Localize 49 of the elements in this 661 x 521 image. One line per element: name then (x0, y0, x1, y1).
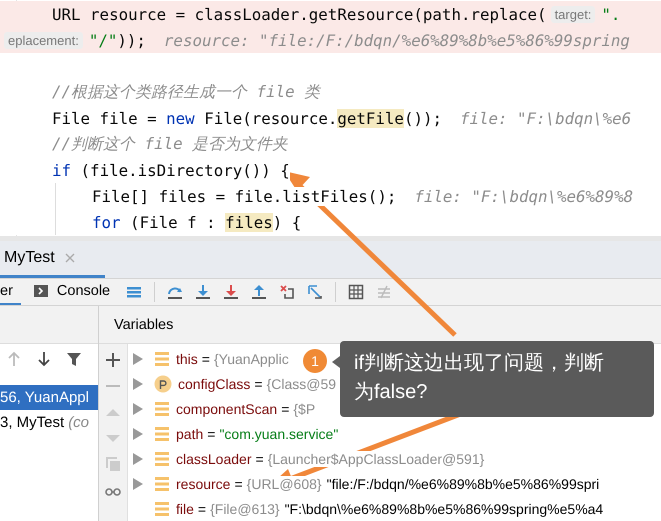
step-out-icon[interactable] (251, 284, 268, 300)
annotation-callout: if判断这边出现了问题，判断为false? (340, 341, 654, 417)
variable-name: file (176, 500, 194, 516)
field-icon (154, 400, 170, 416)
variable-name: configClass (178, 376, 250, 392)
down-arrow-icon[interactable] (36, 351, 52, 367)
variable-ref: {File@613} (210, 500, 280, 516)
variable-ref: {YuanApplic (214, 350, 289, 366)
close-icon[interactable] (64, 253, 75, 263)
field-icon (154, 426, 170, 442)
parameter-icon (154, 374, 172, 392)
expand-icon[interactable] (132, 352, 144, 366)
up-arrow-icon[interactable] (6, 351, 22, 367)
variable-ref: {URL@608} (246, 476, 322, 492)
code-line: //根据这个类路径生成一个 file 类 (52, 82, 320, 102)
field-icon (154, 476, 170, 492)
table-icon[interactable] (348, 284, 364, 300)
variable-name: path (176, 426, 204, 442)
expand-icon[interactable] (132, 476, 144, 490)
force-step-into-icon[interactable] (223, 284, 240, 300)
console-icon (32, 283, 49, 299)
step-into-icon[interactable] (195, 284, 212, 300)
debug-tab[interactable]: Console (32, 279, 118, 305)
field-icon (154, 350, 170, 366)
lines-icon[interactable] (376, 284, 392, 300)
expand-icon[interactable] (132, 426, 144, 440)
drop-frame-icon[interactable] (279, 284, 296, 300)
stack-frame[interactable]: 56, YuanAppl (0, 385, 98, 410)
variable-ref: {Launcher$AppClassLoader@591} (268, 450, 484, 466)
variable-value: "com.yuan.service" (219, 426, 338, 442)
field-icon (154, 500, 170, 516)
expand-icon[interactable] (132, 376, 144, 390)
stack-frame[interactable]: 3, MyTest (co (0, 410, 98, 435)
expand-icon[interactable] (132, 452, 144, 466)
menu-icon[interactable] (126, 284, 142, 300)
variable-value: "F:\bdqn\%e6%89%8b%e5%86%99spring%e5%a4 (284, 500, 604, 516)
variable-name: this (176, 350, 198, 366)
run-to-cursor-icon[interactable] (307, 284, 324, 300)
variable-ref: {$P (293, 400, 316, 416)
copy-icon[interactable] (105, 456, 121, 472)
variable-name: classLoader (176, 450, 252, 466)
code-line: //判断这个 file 是否为文件夹 (52, 134, 288, 154)
variable-ref: {Class@59 (266, 376, 336, 392)
add-icon[interactable] (105, 352, 121, 368)
pointer-icon (332, 356, 340, 368)
field-icon (154, 450, 170, 466)
variable-value: "file:/F:/bdqn/%e6%89%8b%e5%86%99spri (326, 476, 600, 492)
filter-icon[interactable] (66, 351, 82, 367)
expand-icon[interactable] (132, 402, 144, 416)
